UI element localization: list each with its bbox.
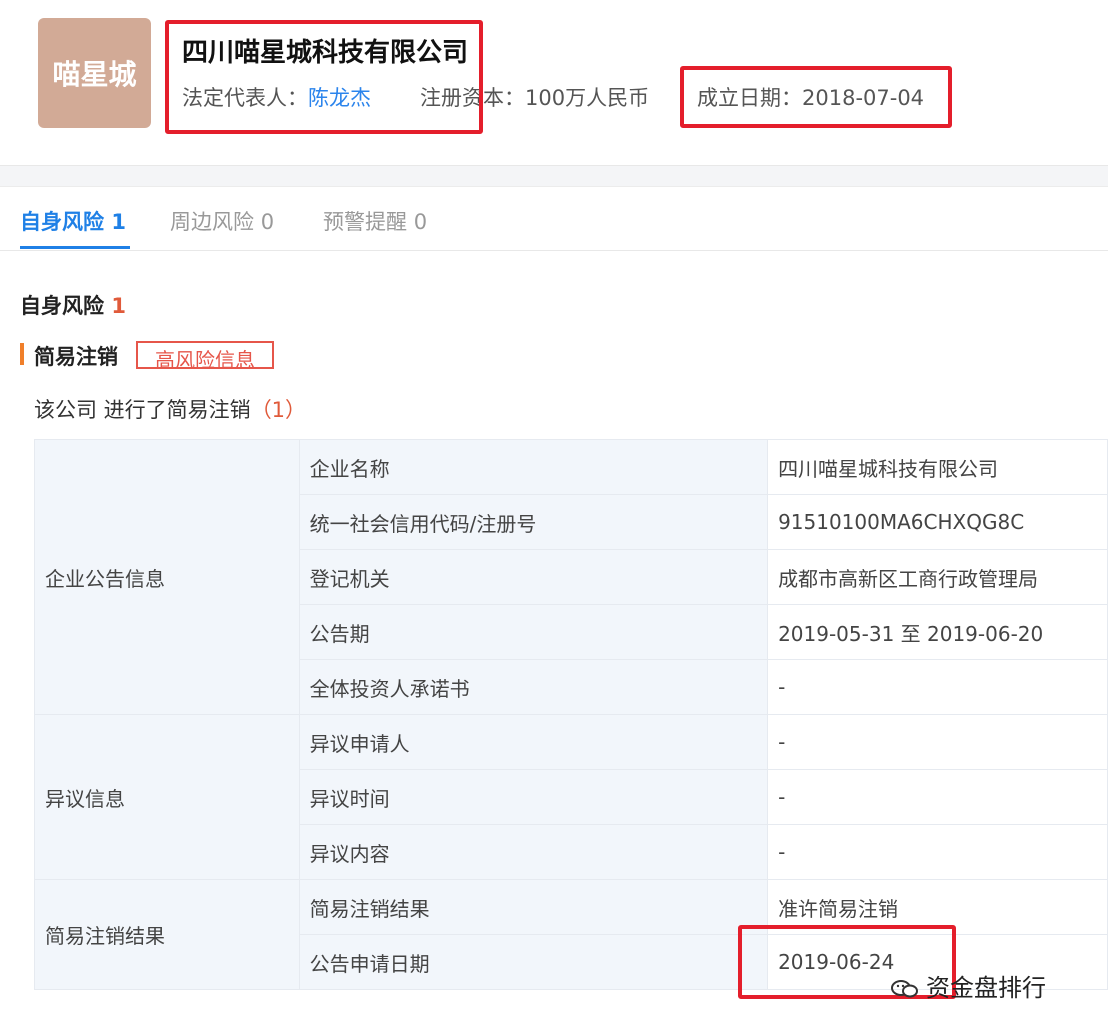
logo-text: 喵星城 [52, 58, 137, 91]
row-value: 2019-05-31 至 2019-06-20 [767, 604, 1108, 660]
tab-self-risk[interactable]: 自身风险 1 [20, 206, 126, 236]
row-label: 统一社会信用代码/注册号 [298, 494, 769, 550]
row-label: 全体投资人承诺书 [298, 659, 769, 715]
risk-tabs: 自身风险 1 周边风险 0 预警提醒 0 [0, 186, 1108, 251]
high-risk-tag: 高风险信息 [136, 341, 274, 369]
row-label: 简易注销结果 [298, 879, 769, 935]
active-tab-underline [20, 246, 130, 249]
group-objection-info: 异议信息 [34, 714, 300, 880]
highlight-box-company [165, 20, 483, 134]
row-label: 公告申请日期 [298, 934, 769, 990]
wechat-icon [891, 980, 918, 998]
section-title: 自身风险 1 [20, 294, 126, 318]
group-announcement-info: 企业公告信息 [34, 439, 300, 715]
row-value: - [767, 659, 1108, 715]
row-label: 企业名称 [298, 439, 769, 495]
highlight-box-founded [680, 66, 952, 128]
description-count: （1） [250, 398, 307, 422]
watermark: 资金盘排行 [890, 968, 1046, 1003]
row-label: 异议申请人 [298, 714, 769, 770]
subsection-marker [20, 343, 24, 365]
table-row: 企业公告信息 企业名称 四川喵星城科技有限公司 [34, 439, 1108, 715]
divider-band [0, 165, 1108, 187]
group-deregistration-result: 简易注销结果 [34, 879, 300, 990]
row-label: 登记机关 [298, 549, 769, 605]
tab-surrounding-risk[interactable]: 周边风险 0 [170, 206, 274, 236]
company-logo: 喵星城 [38, 18, 151, 128]
tab-warning-reminder[interactable]: 预警提醒 0 [323, 206, 427, 236]
subsection-title: 简易注销 [34, 345, 118, 369]
row-value: - [767, 714, 1108, 770]
row-value: - [767, 769, 1108, 825]
row-label: 异议时间 [298, 769, 769, 825]
row-label: 异议内容 [298, 824, 769, 880]
watermark-text: 资金盘排行 [926, 974, 1046, 1002]
row-value: - [767, 824, 1108, 880]
section-count: 1 [111, 294, 126, 318]
row-value: 四川喵星城科技有限公司 [767, 439, 1108, 495]
row-value: 成都市高新区工商行政管理局 [767, 549, 1108, 605]
company-header: 喵星城 四川喵星城科技有限公司 法定代表人：陈龙杰 注册资本：100万人民币 成… [0, 0, 1108, 165]
row-value: 91510100MA6CHXQG8C [767, 494, 1108, 550]
table-row: 异议信息 异议申请人 - [34, 714, 1108, 880]
row-label: 公告期 [298, 604, 769, 660]
deregistration-table: 企业公告信息 企业名称 四川喵星城科技有限公司 统一社会信用代码/注册号 915… [34, 439, 1108, 990]
subsection-description: 该公司 进行了简易注销（1） [34, 398, 307, 422]
